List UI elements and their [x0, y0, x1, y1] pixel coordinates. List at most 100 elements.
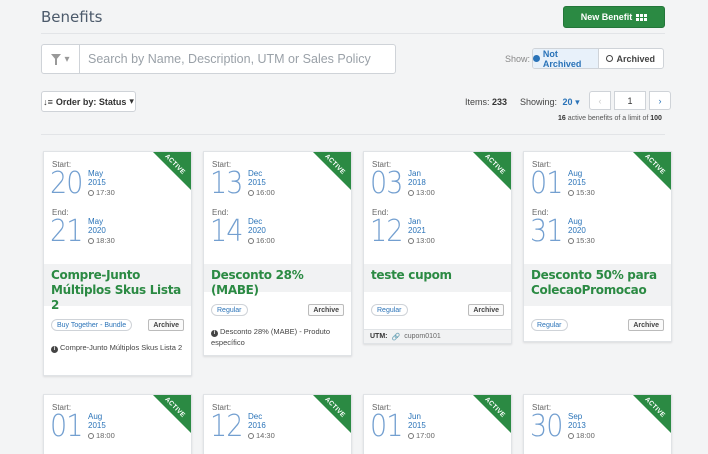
showing-label: Showing:	[520, 97, 558, 107]
start-time: 18:00	[568, 431, 595, 440]
benefit-card[interactable]: ACTIVE Start: 03 Jan 2018 13:00 End: 12 …	[363, 151, 512, 344]
start-year: 2013	[568, 421, 586, 430]
benefit-card[interactable]: ACTIVE Start: 13 Dec 2015 16:00 End: 14 …	[203, 151, 352, 356]
start-day: 03	[370, 166, 403, 201]
end-time: 15:30	[568, 236, 595, 245]
card-name-band: Compre-Junto Múltiplos Skus Lista 2	[44, 264, 191, 312]
start-year: 2015	[568, 178, 586, 187]
start-time: 18:00	[88, 431, 115, 440]
info-icon: i	[51, 346, 58, 353]
start-time-value: 18:00	[576, 431, 595, 440]
start-year: 2018	[408, 178, 426, 187]
start-year: 2016	[248, 421, 266, 430]
clock-icon	[248, 237, 254, 244]
archive-button[interactable]: Archive	[308, 304, 344, 316]
not-archived-label: Not Archived	[542, 48, 582, 69]
not-archived-option[interactable]: Not Archived	[533, 49, 599, 68]
benefit-card[interactable]: ACTIVE Start: 30 Sep 2013 18:00	[523, 394, 672, 454]
filter-icon	[51, 54, 62, 65]
start-time: 15:30	[568, 188, 595, 197]
end-time-value: 15:30	[576, 236, 595, 245]
description-text: Compre-Junto Múltiplos Skus Lista 2	[60, 343, 183, 352]
benefit-type-tag: Buy Together - Bundle	[51, 319, 133, 331]
archived-label: Archived	[616, 53, 655, 64]
archive-button[interactable]: Archive	[148, 319, 184, 331]
end-time: 16:00	[248, 236, 275, 245]
clock-icon	[248, 432, 254, 439]
start-time-value: 17:30	[96, 188, 115, 197]
start-time-value: 14:30	[256, 431, 275, 440]
archive-button[interactable]: Archive	[468, 304, 504, 316]
utm-bar: UTM: 🔗 cupom0101	[364, 329, 511, 343]
search-input[interactable]	[80, 45, 395, 73]
description-text: Desconto 28% (MABE) - Produto específico	[211, 327, 331, 347]
start-time-value: 18:00	[96, 431, 115, 440]
filter-dropdown[interactable]: ▾	[42, 45, 80, 73]
show-label: Show:	[505, 54, 531, 64]
start-time: 14:30	[248, 431, 275, 440]
benefit-card[interactable]: ACTIVE Start: 20 May 2015 17:30 End: 21 …	[43, 151, 192, 376]
archived-option[interactable]: Archived	[599, 49, 664, 68]
benefit-name[interactable]: Desconto 28% (MABE)	[211, 268, 344, 298]
clock-icon	[408, 237, 414, 244]
end-time: 13:00	[408, 236, 435, 245]
start-year: 2015	[88, 421, 106, 430]
chevron-down-icon: ▾	[64, 53, 70, 65]
start-day: 12	[210, 409, 243, 444]
start-time: 17:30	[88, 188, 115, 197]
prev-page-button[interactable]: ‹	[589, 91, 611, 110]
start-time: 13:00	[408, 188, 435, 197]
new-benefit-button[interactable]: New Benefit	[563, 6, 665, 28]
start-time-value: 17:00	[416, 431, 435, 440]
benefit-name[interactable]: teste cupom	[371, 268, 504, 283]
info-icon: i	[211, 330, 218, 337]
clock-icon	[568, 189, 574, 196]
limit-count: 16	[558, 115, 566, 122]
start-time: 17:00	[408, 431, 435, 440]
benefit-description: i Desconto 28% (MABE) - Produto específic…	[211, 326, 344, 348]
radio-empty-icon	[606, 55, 614, 62]
order-by-button[interactable]: ↓≡ Order by: Status ▾	[41, 91, 136, 112]
benefit-card[interactable]: ACTIVE Start: 12 Dec 2016 14:30	[203, 394, 352, 454]
start-time-value: 16:00	[256, 188, 275, 197]
clock-icon	[568, 432, 574, 439]
utm-label: UTM:	[370, 333, 388, 340]
start-time-value: 13:00	[416, 188, 435, 197]
archive-filter-toggle: Not Archived Archived	[532, 48, 664, 69]
end-time: 18:30	[88, 236, 115, 245]
card-name-band: Desconto 28% (MABE)	[204, 264, 351, 297]
pagination: ‹ 1 ›	[589, 91, 671, 110]
benefit-description: i Compre-Junto Múltiplos Skus Lista 2	[51, 342, 184, 353]
limit-text: active benefits of a limit of	[567, 115, 649, 122]
end-day: 12	[370, 214, 403, 249]
page-input[interactable]: 1	[614, 91, 646, 110]
end-time-value: 13:00	[416, 236, 435, 245]
caret-down-icon: ▾	[129, 96, 134, 106]
start-time: 16:00	[248, 188, 275, 197]
benefit-card[interactable]: ACTIVE Start: 01 Aug 2015 15:30 End: 31 …	[523, 151, 672, 342]
benefit-name[interactable]: Desconto 50% para ColecaoPromocao	[531, 268, 664, 298]
benefit-card[interactable]: ACTIVE Start: 01 Jun 2015 17:00	[363, 394, 512, 454]
showing-selector: Showing: 20 ▾	[520, 97, 580, 108]
benefit-card[interactable]: ACTIVE Start: 01 Aug 2015 18:00	[43, 394, 192, 454]
items-count: Items: 233	[465, 97, 507, 107]
start-year: 2015	[248, 178, 266, 187]
start-time-value: 15:30	[576, 188, 595, 197]
end-year: 2021	[408, 226, 426, 235]
page-title: Benefits	[41, 8, 103, 26]
card-name-band: Desconto 50% para ColecaoPromocao	[524, 264, 671, 306]
clock-icon	[568, 237, 574, 244]
next-page-button[interactable]: ›	[649, 91, 671, 110]
clock-icon	[88, 432, 94, 439]
archive-button[interactable]: Archive	[628, 319, 664, 331]
page-size-dropdown[interactable]: 20 ▾	[563, 97, 580, 107]
end-year: 2020	[568, 226, 586, 235]
benefit-name[interactable]: Compre-Junto Múltiplos Skus Lista 2	[51, 268, 184, 313]
end-day: 31	[530, 214, 563, 249]
start-year: 2015	[408, 421, 426, 430]
end-day: 21	[50, 214, 83, 249]
benefit-type-tag: Regular	[371, 304, 408, 316]
start-day: 20	[50, 166, 83, 201]
benefit-type-tag: Regular	[531, 319, 568, 331]
limit-max: 100	[650, 115, 662, 122]
